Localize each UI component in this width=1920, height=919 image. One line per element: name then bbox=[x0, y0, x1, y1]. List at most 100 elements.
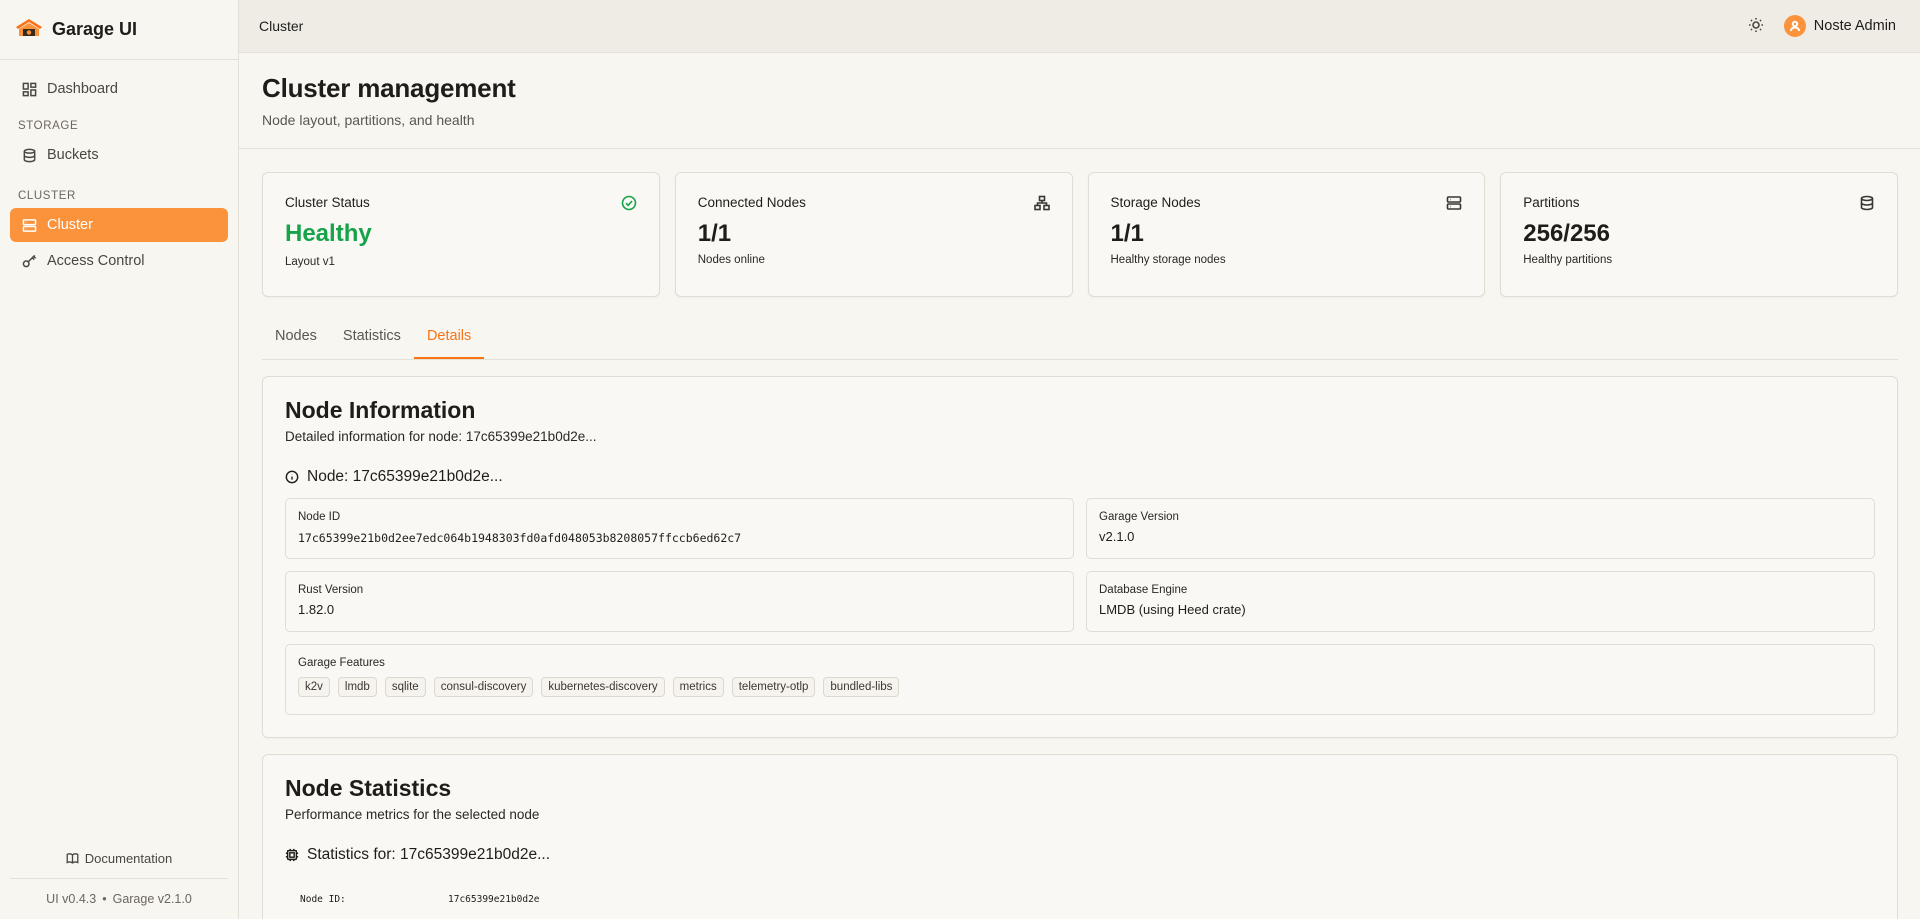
node-info-grid: Node ID 17c65399e21b0d2ee7edc064b1948303… bbox=[285, 498, 1875, 715]
user-icon bbox=[1789, 20, 1800, 32]
dashboard-icon bbox=[22, 82, 37, 96]
tab-bar: Nodes Statistics Details bbox=[262, 320, 1898, 360]
documentation-link[interactable]: Documentation bbox=[0, 838, 238, 878]
stat-card-partitions: Partitions 256/256 Healthy partitions bbox=[1500, 172, 1898, 297]
page-title: Cluster management bbox=[262, 73, 516, 103]
stat-label: Partitions bbox=[1523, 195, 1580, 210]
cpu-icon bbox=[285, 848, 299, 862]
brand[interactable]: Garage UI bbox=[0, 0, 238, 60]
garage-version: Garage v2.1.0 bbox=[112, 892, 192, 906]
main-content: Cluster Noste Admin Cluster management N… bbox=[239, 0, 1920, 919]
stat-sub: Layout v1 bbox=[285, 256, 335, 268]
node-id-field: Node ID 17c65399e21b0d2ee7edc064b1948303… bbox=[285, 498, 1074, 559]
sidebar-item-label: Cluster bbox=[47, 217, 93, 233]
documentation-label: Documentation bbox=[84, 850, 173, 866]
theme-toggle-button[interactable] bbox=[1748, 17, 1764, 36]
nav-section-storage: STORAGE bbox=[18, 120, 79, 132]
stat-sub: Healthy storage nodes bbox=[1110, 254, 1226, 266]
stats-heading-text: Statistics for: 17c65399e21b0d2e... bbox=[307, 846, 550, 863]
feature-badge: k2v bbox=[298, 677, 330, 697]
user-menu[interactable]: Noste Admin bbox=[1783, 15, 1896, 37]
stat-value: 1/1 bbox=[1110, 220, 1144, 247]
stats-key: Node ID: bbox=[300, 894, 346, 905]
topbar-title: Cluster bbox=[259, 18, 304, 34]
stat-card-storage-nodes: Storage Nodes 1/1 Healthy storage nodes bbox=[1087, 172, 1486, 297]
feature-badges: k2v lmdb sqlite consul-discovery kuberne… bbox=[298, 677, 1862, 697]
panel-title: Node Information bbox=[285, 397, 476, 423]
info-label: Database Engine bbox=[1099, 584, 1188, 596]
stat-value: 256/256 bbox=[1523, 220, 1611, 247]
garage-features-field: Garage Features k2v lmdb sqlite consul-d… bbox=[285, 644, 1875, 715]
stat-card-cluster-status: Cluster Status Healthy Layout v1 bbox=[262, 172, 660, 297]
sidebar-footer: Documentation UI v0.4.3 • Garage v2.1.0 bbox=[0, 838, 238, 919]
database-icon bbox=[23, 148, 36, 162]
stat-sub: Nodes online bbox=[697, 254, 765, 266]
node-heading-text: Node: 17c65399e21b0d2e... bbox=[307, 468, 503, 485]
stat-value: Healthy bbox=[285, 220, 372, 247]
stats-heading: Statistics for: 17c65399e21b0d2e... bbox=[285, 846, 1875, 864]
sidebar-item-dashboard[interactable]: Dashboard bbox=[10, 72, 228, 106]
stats-value: 17c65399e21b0d2e bbox=[448, 894, 540, 905]
feature-badge: metrics bbox=[672, 677, 724, 697]
sidebar-item-access-control[interactable]: Access Control bbox=[10, 244, 228, 278]
tab-statistics[interactable]: Statistics bbox=[330, 320, 414, 359]
feature-badge: consul-discovery bbox=[433, 677, 534, 697]
topbar: Cluster Noste Admin bbox=[239, 0, 1920, 53]
info-icon bbox=[285, 470, 299, 484]
book-icon bbox=[66, 852, 79, 864]
feature-badge: bundled-libs bbox=[823, 677, 900, 697]
user-name: Noste Admin bbox=[1813, 18, 1896, 34]
sidebar-nav: Dashboard STORAGE Buckets CLUSTER Cluste… bbox=[0, 60, 238, 292]
stat-sub: Healthy partitions bbox=[1523, 254, 1613, 266]
panel-title: Node Statistics bbox=[285, 775, 452, 801]
database-icon bbox=[1859, 195, 1875, 214]
topbar-actions: Noste Admin bbox=[1748, 15, 1896, 37]
feature-badge: kubernetes-discovery bbox=[541, 677, 665, 697]
stat-label: Storage Nodes bbox=[1110, 195, 1201, 210]
page-header: Cluster management Node layout, partitio… bbox=[239, 53, 1920, 149]
panel-description: Performance metrics for the selected nod… bbox=[285, 807, 540, 822]
sidebar-item-label: Dashboard bbox=[47, 81, 118, 97]
garage-version-value: v2.1.0 bbox=[1099, 529, 1135, 544]
rust-version-field: Rust Version 1.82.0 bbox=[285, 571, 1074, 632]
check-circle-icon bbox=[621, 195, 637, 214]
sun-icon bbox=[1748, 17, 1763, 32]
key-icon bbox=[22, 254, 37, 267]
stat-value: 1/1 bbox=[697, 220, 732, 247]
network-icon bbox=[1033, 195, 1050, 214]
garage-version-field: Garage Version v2.1.0 bbox=[1086, 498, 1875, 559]
stat-label: Cluster Status bbox=[285, 195, 370, 210]
feature-badge: telemetry-otlp bbox=[731, 677, 816, 697]
stat-label: Connected Nodes bbox=[697, 195, 806, 210]
brand-name: Garage UI bbox=[52, 19, 138, 39]
sidebar-item-label: Access Control bbox=[47, 253, 145, 269]
stat-cards: Cluster Status Healthy Layout v1 Connect… bbox=[262, 172, 1898, 297]
tab-nodes[interactable]: Nodes bbox=[262, 320, 330, 359]
info-label: Node ID bbox=[298, 511, 341, 523]
version-info: UI v0.4.3 • Garage v2.1.0 bbox=[0, 879, 238, 919]
node-id-value: 17c65399e21b0d2ee7edc064b1948303fd0afd04… bbox=[298, 531, 742, 545]
info-label: Rust Version bbox=[298, 584, 364, 596]
server-icon bbox=[1446, 195, 1462, 214]
database-engine-field: Database Engine LMDB (using Heed crate) bbox=[1086, 571, 1875, 632]
node-statistics-panel: Node Statistics Performance metrics for … bbox=[262, 754, 1898, 919]
rust-version-value: 1.82.0 bbox=[298, 602, 335, 617]
sidebar-item-cluster[interactable]: Cluster bbox=[10, 208, 228, 242]
sidebar-item-buckets[interactable]: Buckets bbox=[10, 138, 228, 172]
stat-card-connected-nodes: Connected Nodes 1/1 Nodes online bbox=[674, 172, 1073, 297]
tab-details[interactable]: Details bbox=[413, 320, 485, 359]
stats-output: Node ID: 17c65399e21b0d2e bbox=[285, 894, 1875, 905]
panel-description: Detailed information for node: 17c65399e… bbox=[285, 429, 597, 444]
sidebar-item-label: Buckets bbox=[47, 147, 99, 163]
sidebar: Garage UI Dashboard STORAGE Buckets CLUS… bbox=[0, 0, 239, 919]
info-label: Garage Features bbox=[298, 657, 385, 669]
info-label: Garage Version bbox=[1099, 511, 1179, 523]
page-content: Cluster Status Healthy Layout v1 Connect… bbox=[239, 149, 1920, 919]
page-subtitle: Node layout, partitions, and health bbox=[262, 112, 475, 128]
nav-section-cluster: CLUSTER bbox=[18, 190, 76, 202]
database-engine-value: LMDB (using Heed crate) bbox=[1099, 602, 1246, 617]
server-icon bbox=[22, 218, 37, 232]
ui-version: UI v0.4.3 bbox=[46, 892, 97, 906]
node-information-panel: Node Information Detailed information fo… bbox=[262, 376, 1898, 738]
feature-badge: lmdb bbox=[337, 677, 377, 697]
